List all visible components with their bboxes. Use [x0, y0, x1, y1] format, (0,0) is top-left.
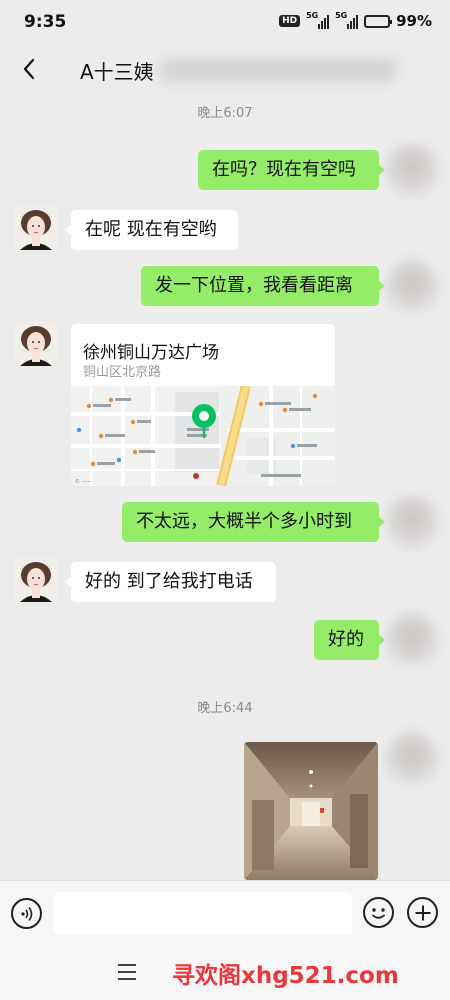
emoji-icon [371, 908, 386, 919]
image-message[interactable] [244, 742, 378, 880]
signal-2-label: 5G [335, 11, 348, 20]
timestamp-divider: 晚上6:44 [197, 701, 253, 716]
location-name: 徐州铜山万达广场 [83, 343, 219, 363]
status-bar: 9:35 HD 5G 5G 99% [0, 0, 450, 44]
contact-avatar[interactable] [14, 206, 58, 250]
message-bubble-sent[interactable]: 发一下位置，我看看距离 [141, 266, 385, 306]
my-avatar[interactable] [384, 142, 440, 198]
chat-title: A十三姨 [80, 60, 154, 84]
navigation-bar: 寻欢阁xhg521.com [0, 946, 450, 1000]
chat-header: A十三姨 [0, 44, 450, 94]
hallway-photo [244, 742, 378, 880]
plus-button[interactable] [407, 897, 438, 928]
signal-icon: 5G [306, 11, 330, 29]
location-card[interactable]: 徐州铜山万达广场 铜山区北京路 © —— [71, 324, 335, 486]
location-map: © —— [71, 386, 335, 486]
contact-avatar[interactable] [14, 322, 58, 366]
svg-text:© ——: © —— [75, 478, 92, 485]
battery-icon [364, 14, 393, 28]
emoji-button[interactable] [363, 897, 394, 928]
my-avatar[interactable] [384, 494, 440, 550]
message-bubble-sent[interactable]: 不太远，大概半个多小时到 [122, 502, 385, 542]
status-icons: HD 5G 5G 99% [279, 11, 432, 30]
watermark-text: 寻欢阁xhg521.com [172, 963, 399, 989]
message-bubble-sent[interactable]: 好的 [314, 620, 385, 660]
message-input[interactable] [54, 892, 352, 935]
voice-icon [20, 906, 32, 921]
signal-1-label: 5G [306, 11, 319, 20]
my-avatar[interactable] [384, 258, 440, 314]
back-button[interactable] [12, 52, 46, 86]
my-avatar[interactable] [384, 730, 440, 786]
signal-icon-2: 5G [335, 11, 359, 29]
message-bubble-sent[interactable]: 在吗？现在有空吗 [198, 150, 385, 190]
hd-badge: HD [279, 15, 301, 27]
my-avatar[interactable] [384, 612, 440, 668]
battery-percentage: 99% [396, 12, 432, 30]
message-bubble-received[interactable]: 好的 到了给我打电话 [65, 562, 276, 602]
status-time: 9:35 [24, 12, 67, 32]
chat-input-bar [0, 880, 450, 946]
title-blur-redaction [158, 58, 398, 82]
menu-icon[interactable] [118, 964, 136, 980]
message-bubble-received[interactable]: 在呢 现在有空哟 [65, 210, 238, 250]
chevron-left-icon [23, 58, 35, 80]
location-address: 铜山区北京路 [83, 365, 162, 380]
voice-button[interactable] [11, 898, 42, 929]
contact-avatar[interactable] [14, 558, 58, 602]
timestamp-divider: 晚上6:07 [197, 106, 253, 121]
contact-avatar-image [14, 558, 58, 602]
contact-avatar-image [14, 206, 58, 250]
contact-avatar-image [14, 322, 58, 366]
